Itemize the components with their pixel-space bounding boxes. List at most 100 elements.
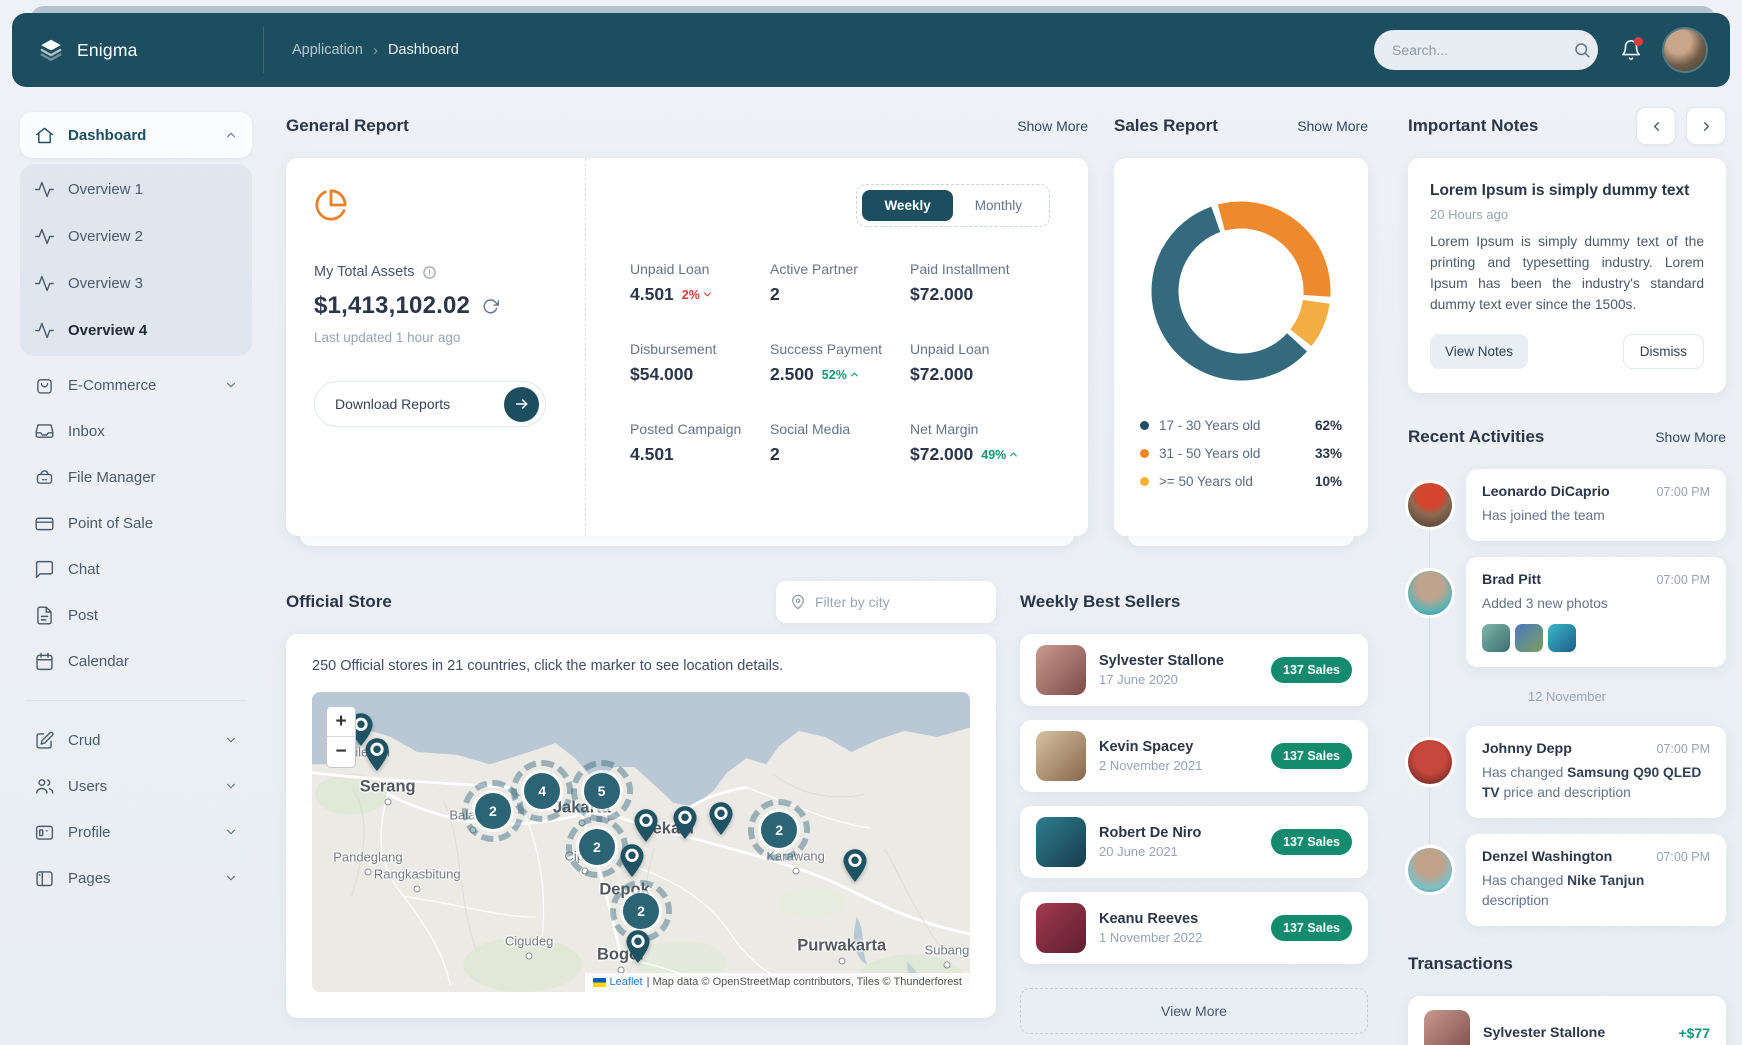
sidebar-item-point-of-sale[interactable]: Point of Sale [20,500,252,546]
activity-time: 07:00 PM [1656,742,1710,756]
sidebar-item-file-manager[interactable]: File Manager [20,454,252,500]
sidebar-item-inbox[interactable]: Inbox [20,408,252,454]
important-notes-title: Important Notes [1408,116,1538,136]
filter-by-city-input[interactable] [815,594,996,610]
map-pin-marker[interactable] [619,843,644,878]
sidebar-item-label: Overview 3 [68,275,238,292]
sidebar-item-label: Overview 2 [68,228,238,245]
seller-name: Sylvester Stallone [1099,653,1271,669]
general-report-title: General Report [286,116,409,136]
sidebar-item-crud[interactable]: Crud [20,717,252,763]
activity-card[interactable]: Johnny Depp 07:00 PM Has changed Samsung… [1466,726,1726,818]
sales-donut-chart [1140,190,1342,392]
zoom-out-button[interactable]: − [327,737,355,767]
brand[interactable]: Enigma [12,27,264,73]
map-cluster-marker[interactable]: 2 [475,793,511,829]
map-pin-marker[interactable] [626,929,651,964]
sidebar-item-dashboard[interactable]: Dashboard [20,112,252,158]
notes-next-button[interactable] [1686,107,1726,145]
sidebar-item-overview-1[interactable]: Overview 1 [20,166,252,213]
sidebar-item-post[interactable]: Post [20,592,252,638]
sidebar-item-overview-2[interactable]: Overview 2 [20,213,252,260]
sidebar-item-pages[interactable]: Pages [20,855,252,901]
highlighted-product: Nike Tanjun [1567,873,1644,888]
activity-card[interactable]: Brad Pitt 07:00 PM Added 3 new photos [1466,557,1726,667]
legend-row: 17 - 30 Years old 62% [1140,418,1342,433]
sidebar-item-overview-4[interactable]: Overview 4 [20,307,252,354]
users-icon [34,776,55,797]
notes-prev-button[interactable] [1636,107,1676,145]
view-notes-button[interactable]: View Notes [1430,334,1528,369]
breadcrumb-parent[interactable]: Application [292,42,363,58]
leaflet-link[interactable]: Leaflet [610,976,643,988]
pie-chart-icon [314,188,557,222]
map-zoom-control: + − [326,706,356,768]
profile-avatar[interactable] [1664,29,1706,71]
seller-date: 2 November 2021 [1099,758,1271,773]
download-reports-button[interactable]: Download Reports [314,381,546,427]
seller-card[interactable]: Kevin Spacey 2 November 2021 137 Sales [1020,720,1368,792]
activity-card[interactable]: Leonardo DiCaprio 07:00 PM Has joined th… [1466,469,1726,541]
stat-paid-installment: Paid Installment $72.000 [910,261,1050,305]
toggle-weekly[interactable]: Weekly [862,190,952,221]
activity-item: Brad Pitt 07:00 PM Added 3 new photos [1408,557,1726,667]
sidebar-item-label: Pages [68,870,224,887]
seller-photo [1036,903,1086,953]
note-time: 20 Hours ago [1430,207,1704,222]
view-more-button[interactable]: View More [1020,988,1368,1034]
sales-report-title: Sales Report [1114,116,1218,136]
sidebar-item-profile[interactable]: Profile [20,809,252,855]
stat-unpaid-loan: Unpaid Loan 4.501 2% [630,261,770,305]
map-cluster-marker[interactable]: 4 [524,773,560,809]
map-cluster-marker[interactable]: 2 [579,829,615,865]
breadcrumb: Application › Dashboard [264,42,1374,59]
search-box [1374,30,1598,70]
stat-social-media: Social Media 2 [770,421,910,465]
map-cluster-marker[interactable]: 5 [584,773,620,809]
seller-card[interactable]: Sylvester Stallone 17 June 2020 137 Sale… [1020,634,1368,706]
map-cluster-marker[interactable]: 2 [761,812,797,848]
store-map[interactable]: CilegonSerangPandeglangRangkasbitungBala… [312,692,970,992]
sales-legend: 17 - 30 Years old 62% 31 - 50 Years old … [1140,418,1342,489]
activity-time: 07:00 PM [1656,485,1710,499]
map-pin-marker[interactable] [842,848,867,883]
id-card-icon [34,822,55,843]
photo-thumbnail [1482,624,1510,652]
sidebar-item-users[interactable]: Users [20,763,252,809]
sidebar-item-chat[interactable]: Chat [20,546,252,592]
map-pin-marker[interactable] [365,737,390,772]
transaction-item[interactable]: Sylvester Stallone +$77 [1408,996,1726,1045]
zoom-in-button[interactable]: + [327,707,355,737]
seller-card[interactable]: Robert De Niro 20 June 2021 137 Sales [1020,806,1368,878]
credit-card-icon [34,513,55,534]
map-pin-marker[interactable] [709,801,734,836]
recent-activities-show-more[interactable]: Show More [1655,429,1726,445]
breadcrumb-current[interactable]: Dashboard [388,42,459,58]
notifications-button[interactable] [1620,39,1642,61]
activity-card[interactable]: Denzel Washington 07:00 PM Has changed N… [1466,834,1726,926]
sidebar-item-label: Overview 1 [68,181,238,198]
seller-name: Robert De Niro [1099,825,1271,841]
dismiss-button[interactable]: Dismiss [1623,334,1704,369]
map-cluster-marker[interactable]: 2 [623,893,659,929]
activity-icon [34,179,55,200]
general-report-show-more[interactable]: Show More [1017,118,1088,134]
search-input[interactable] [1392,42,1573,58]
activity-avatar [1408,740,1452,784]
activity-item: Denzel Washington 07:00 PM Has changed N… [1408,834,1726,926]
store-description: 250 Official stores in 21 countries, cli… [312,658,970,674]
map-pin-marker[interactable] [673,805,698,840]
sidebar-item-calendar[interactable]: Calendar [20,638,252,684]
seller-name: Keanu Reeves [1099,911,1271,927]
sidebar-item-overview-3[interactable]: Overview 3 [20,260,252,307]
map-city-dot [618,966,625,973]
sales-report-show-more[interactable]: Show More [1297,118,1368,134]
refresh-icon[interactable] [482,298,499,315]
seller-card[interactable]: Keanu Reeves 1 November 2022 137 Sales [1020,892,1368,964]
activity-name: Johnny Depp [1482,741,1572,757]
home-icon [34,125,55,146]
map-pin-marker[interactable] [633,808,658,843]
toggle-monthly[interactable]: Monthly [953,190,1044,221]
sidebar-item-ecommerce[interactable]: E-Commerce [20,362,252,408]
edit-icon [34,730,55,751]
